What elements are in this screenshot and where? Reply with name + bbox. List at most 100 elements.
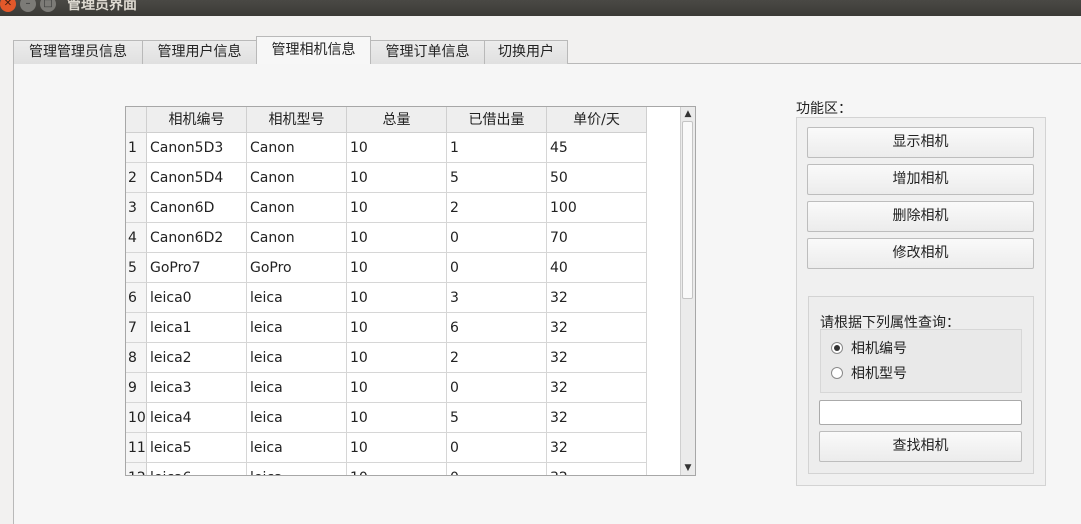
tab-admin-info[interactable]: 管理管理员信息: [13, 40, 143, 64]
table-cell[interactable]: 2: [447, 193, 547, 223]
table-cell[interactable]: 10: [347, 343, 447, 373]
table-cell[interactable]: leica: [247, 343, 347, 373]
table-cell[interactable]: leica1: [147, 313, 247, 343]
close-icon[interactable]: ✕: [0, 0, 16, 12]
row-number[interactable]: 5: [126, 253, 147, 283]
table-cell[interactable]: leica0: [147, 283, 247, 313]
column-header[interactable]: 单价/天: [547, 107, 647, 133]
table-cell[interactable]: 10: [347, 223, 447, 253]
table-cell[interactable]: 10: [347, 283, 447, 313]
row-number[interactable]: 12: [126, 463, 147, 475]
table-cell[interactable]: Canon: [247, 133, 347, 163]
table-cell[interactable]: 10: [347, 313, 447, 343]
table-cell[interactable]: leica: [247, 313, 347, 343]
table-cell[interactable]: 5: [447, 403, 547, 433]
table-cell[interactable]: 10: [347, 253, 447, 283]
table-cell[interactable]: 32: [547, 433, 647, 463]
table-cell[interactable]: 0: [447, 223, 547, 253]
column-header[interactable]: 总量: [347, 107, 447, 133]
delete-camera-button[interactable]: 删除相机: [807, 201, 1034, 232]
row-number[interactable]: 7: [126, 313, 147, 343]
table-cell[interactable]: 32: [547, 343, 647, 373]
radio-unchecked-icon[interactable]: [831, 367, 843, 379]
show-camera-button[interactable]: 显示相机: [807, 127, 1034, 158]
table-cell[interactable]: GoPro7: [147, 253, 247, 283]
tab-camera-info[interactable]: 管理相机信息: [256, 36, 371, 64]
table-cell[interactable]: 0: [447, 463, 547, 475]
radio-camera-model-label: 相机型号: [851, 366, 907, 382]
table-cell[interactable]: 0: [447, 433, 547, 463]
table-cell[interactable]: 45: [547, 133, 647, 163]
table-cell[interactable]: Canon5D3: [147, 133, 247, 163]
table-cell[interactable]: 10: [347, 193, 447, 223]
table-cell[interactable]: 2: [447, 343, 547, 373]
table-cell[interactable]: Canon: [247, 163, 347, 193]
table-cell[interactable]: Canon5D4: [147, 163, 247, 193]
table-cell[interactable]: 0: [447, 373, 547, 403]
table-cell[interactable]: 32: [547, 463, 647, 475]
table-cell[interactable]: leica: [247, 283, 347, 313]
table-cell[interactable]: leica3: [147, 373, 247, 403]
table-cell[interactable]: 10: [347, 433, 447, 463]
search-camera-button[interactable]: 查找相机: [819, 431, 1022, 462]
table-cell[interactable]: leica2: [147, 343, 247, 373]
tab-user-info[interactable]: 管理用户信息: [142, 40, 257, 64]
row-number[interactable]: 6: [126, 283, 147, 313]
table-cell[interactable]: Canon: [247, 193, 347, 223]
column-header[interactable]: 已借出量: [447, 107, 547, 133]
table-cell[interactable]: 32: [547, 403, 647, 433]
window-title: 管理员界面: [67, 0, 137, 13]
camera-table[interactable]: 相机编号 相机型号 总量 已借出量 单价/天 1 Canon5D3 Canon 10 1 45 2 C…: [125, 106, 696, 476]
row-number[interactable]: 9: [126, 373, 147, 403]
table-cell[interactable]: 70: [547, 223, 647, 253]
tab-switch-user[interactable]: 切换用户: [484, 40, 568, 64]
table-cell[interactable]: leica4: [147, 403, 247, 433]
row-number[interactable]: 4: [126, 223, 147, 253]
table-cell[interactable]: 5: [447, 163, 547, 193]
table-cell[interactable]: 50: [547, 163, 647, 193]
search-input[interactable]: [819, 400, 1022, 425]
tab-order-info[interactable]: 管理订单信息: [370, 40, 485, 64]
modify-camera-button[interactable]: 修改相机: [807, 238, 1034, 269]
table-cell[interactable]: leica: [247, 403, 347, 433]
row-number[interactable]: 8: [126, 343, 147, 373]
table-cell[interactable]: 10: [347, 163, 447, 193]
table-cell[interactable]: 1: [447, 133, 547, 163]
table-cell[interactable]: leica6: [147, 463, 247, 475]
column-header[interactable]: 相机型号: [247, 107, 347, 133]
table-cell[interactable]: 32: [547, 283, 647, 313]
table-cell[interactable]: 10: [347, 403, 447, 433]
table-cell[interactable]: 10: [347, 373, 447, 403]
table-cell[interactable]: 10: [347, 133, 447, 163]
row-number[interactable]: 1: [126, 133, 147, 163]
scroll-up-icon[interactable]: ▲: [683, 109, 693, 119]
table-cell[interactable]: 32: [547, 313, 647, 343]
table-cell[interactable]: 10: [347, 463, 447, 475]
minimize-icon[interactable]: –: [20, 0, 36, 12]
radio-checked-icon[interactable]: [831, 342, 843, 354]
table-cell[interactable]: 40: [547, 253, 647, 283]
scroll-down-icon[interactable]: ▼: [683, 463, 693, 473]
table-cell[interactable]: 0: [447, 253, 547, 283]
table-cell[interactable]: 3: [447, 283, 547, 313]
table-cell[interactable]: Canon6D: [147, 193, 247, 223]
table-cell[interactable]: leica: [247, 463, 347, 475]
row-number[interactable]: 2: [126, 163, 147, 193]
table-cell[interactable]: leica: [247, 373, 347, 403]
table-cell[interactable]: Canon6D2: [147, 223, 247, 253]
table-cell[interactable]: Canon: [247, 223, 347, 253]
add-camera-button[interactable]: 增加相机: [807, 164, 1034, 195]
table-cell[interactable]: leica: [247, 433, 347, 463]
scroll-thumb[interactable]: [682, 121, 693, 299]
table-cell[interactable]: 100: [547, 193, 647, 223]
vertical-scrollbar[interactable]: ▲ ▼: [680, 107, 695, 475]
row-number[interactable]: 3: [126, 193, 147, 223]
table-cell[interactable]: GoPro: [247, 253, 347, 283]
table-cell[interactable]: 6: [447, 313, 547, 343]
maximize-icon[interactable]: □: [40, 0, 56, 12]
column-header[interactable]: 相机编号: [147, 107, 247, 133]
table-cell[interactable]: leica5: [147, 433, 247, 463]
table-cell[interactable]: 32: [547, 373, 647, 403]
row-number[interactable]: 10: [126, 403, 147, 433]
row-number[interactable]: 11: [126, 433, 147, 463]
